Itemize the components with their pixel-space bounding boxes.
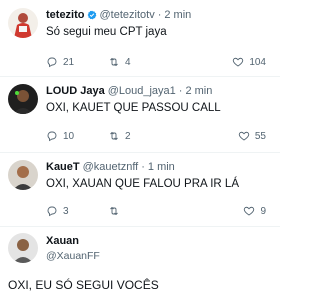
like-icon bbox=[233, 57, 244, 67]
retweet-count: 4 bbox=[125, 56, 131, 68]
retweet-icon bbox=[110, 131, 118, 141]
verified-icon bbox=[87, 10, 97, 20]
reply-count: 3 bbox=[63, 205, 69, 217]
like-count: 104 bbox=[249, 56, 266, 68]
tweet-actions: 21 4 104 bbox=[46, 55, 266, 69]
tweet-text: OXI, KAUET QUE PASSOU CALL bbox=[46, 102, 221, 114]
separator-dot: · bbox=[178, 85, 183, 97]
tweet-actions: 10 2 55 bbox=[46, 129, 266, 143]
retweet-icon bbox=[110, 57, 118, 67]
reply-icon bbox=[47, 206, 57, 217]
tweet-thread: tetezito @tetezitotv · 2 min Só segui me… bbox=[0, 0, 280, 300]
avatar[interactable] bbox=[8, 8, 38, 38]
avatar[interactable] bbox=[8, 233, 38, 263]
tweet-tetezito[interactable]: tetezito @tetezitotv · 2 min Só segui me… bbox=[0, 8, 280, 74]
reply-count: 10 bbox=[63, 130, 75, 142]
like-count: 9 bbox=[260, 205, 266, 217]
tweet-text: Só segui meu CPT jaya bbox=[46, 26, 167, 38]
retweet-icon bbox=[110, 206, 118, 216]
timestamp[interactable]: 1 min bbox=[148, 160, 175, 174]
reply-button[interactable]: 3 bbox=[46, 205, 108, 217]
separator-dot: · bbox=[141, 161, 145, 173]
reply-button[interactable]: 10 bbox=[46, 130, 108, 142]
tweet-header: LOUD Jaya @Loud_jaya1 · 2 min bbox=[46, 84, 212, 98]
divider bbox=[0, 226, 280, 227]
retweet-count: 2 bbox=[125, 130, 131, 142]
like-count: 55 bbox=[254, 130, 266, 142]
tweet-header: tetezito @tetezitotv · 2 min bbox=[46, 8, 191, 22]
reply-button[interactable]: 21 bbox=[46, 56, 108, 68]
tweet-text: OXI, EU SÓ SEGUI VOCÊS bbox=[8, 278, 159, 292]
author-name[interactable]: LOUD Jaya bbox=[46, 84, 105, 98]
retweet-button[interactable] bbox=[108, 205, 198, 217]
avatar[interactable] bbox=[8, 160, 38, 190]
like-button[interactable]: 55 bbox=[238, 130, 266, 142]
author-name[interactable]: tetezito bbox=[46, 8, 85, 22]
tweet-text: OXI, XAUAN QUE FALOU PRA IR LÁ bbox=[46, 178, 240, 190]
tweet-loud-jaya[interactable]: LOUD Jaya @Loud_jaya1 · 2 min OXI, KAUET… bbox=[0, 84, 280, 150]
like-button[interactable]: 9 bbox=[243, 205, 266, 217]
tweet-xauan[interactable]: Xauan @XauanFF OXI, EU SÓ SEGUI VOCÊS bbox=[0, 233, 280, 295]
retweet-button[interactable]: 2 bbox=[108, 130, 198, 142]
divider bbox=[0, 76, 280, 77]
divider bbox=[0, 152, 280, 153]
timestamp[interactable]: 2 min bbox=[164, 8, 191, 22]
separator-dot: · bbox=[157, 9, 162, 21]
like-button[interactable]: 104 bbox=[232, 56, 266, 68]
retweet-button[interactable]: 4 bbox=[108, 56, 198, 68]
tweet-header: KaueT @kauetznff · 1 min bbox=[46, 160, 175, 174]
author-name[interactable]: KaueT bbox=[46, 160, 80, 174]
reply-icon bbox=[47, 131, 57, 142]
avatar[interactable] bbox=[8, 84, 38, 114]
timestamp[interactable]: 2 min bbox=[185, 84, 212, 98]
like-icon bbox=[238, 131, 250, 141]
author-handle[interactable]: @tetezitotv bbox=[100, 8, 155, 22]
author-handle[interactable]: @XauanFF bbox=[46, 250, 100, 262]
tweet-actions: 3 9 bbox=[46, 204, 266, 218]
reply-count: 21 bbox=[63, 56, 75, 68]
tweet-kauet[interactable]: KaueT @kauetznff · 1 min OXI, XAUAN QUE … bbox=[0, 160, 280, 224]
author-name[interactable]: Xauan bbox=[46, 235, 79, 247]
author-handle[interactable]: @Loud_jaya1 bbox=[108, 84, 176, 98]
author-handle[interactable]: @kauetznff bbox=[83, 160, 139, 174]
like-icon bbox=[244, 206, 255, 216]
reply-icon bbox=[47, 57, 57, 68]
